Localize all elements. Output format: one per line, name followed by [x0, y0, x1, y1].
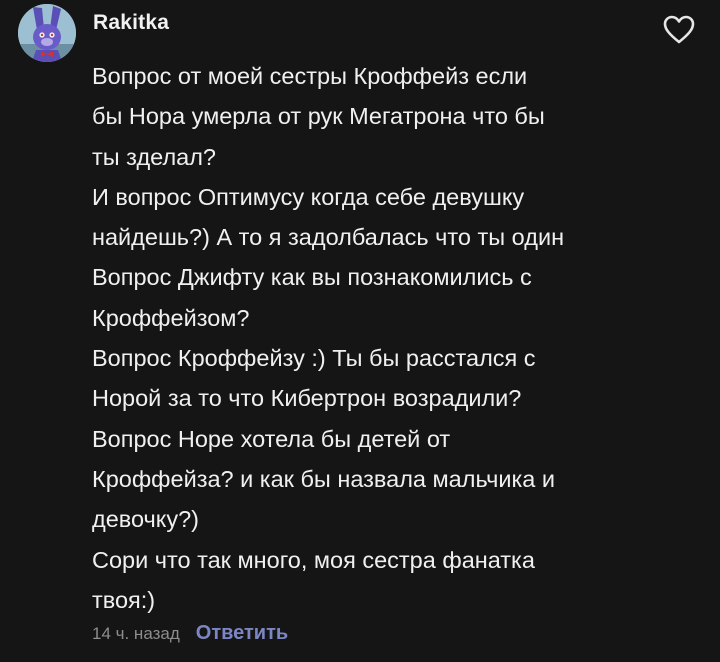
like-button[interactable] — [663, 15, 695, 45]
comment-line: бы Нора умерла от рук Мегатрона что бы — [92, 103, 545, 130]
comment-line: Кроффейза? и как бы назвала мальчика и — [92, 465, 556, 492]
purple-bunny-avatar-icon — [18, 4, 76, 62]
comment-line: Норой за то что Кибертрон возрадили? — [92, 385, 522, 412]
comment-author[interactable]: Rakitka — [93, 11, 169, 35]
comment-line: ты зделал? — [92, 143, 217, 170]
comment-line: Кроффейзом? — [92, 304, 250, 331]
comment-body: Вопрос от моей сестры Кроффейз если бы Н… — [92, 56, 692, 620]
comment-card: Rakitka Вопрос от моей сестры Кроффейз е… — [0, 0, 720, 662]
comment-line: найдешь?) А то я задолбалась что ты один — [92, 224, 565, 251]
heart-outline-icon — [663, 15, 695, 44]
user-avatar[interactable] — [18, 4, 76, 62]
comment-line: Вопрос Джифту как вы познакомились с — [92, 264, 532, 291]
reply-button[interactable]: Ответить — [196, 622, 288, 645]
comment-line: Сори что так много, моя сестра фанатка — [92, 546, 535, 573]
comment-line: Вопрос от моей сестры Кроффейз если — [92, 63, 528, 89]
comment-line: девочку?) — [92, 506, 199, 533]
comment-footer: 14 ч. назад Ответить — [92, 622, 288, 645]
comment-line: И вопрос Оптимусу когда себе девушку — [92, 183, 525, 210]
comment-line: Вопрос Норе хотела бы детей от — [92, 425, 451, 452]
comment-timestamp: 14 ч. назад — [92, 623, 180, 643]
comment-line: Вопрос Кроффейзу :) Ты бы расстался с — [92, 345, 536, 372]
comment-line: твоя:) — [92, 586, 156, 613]
